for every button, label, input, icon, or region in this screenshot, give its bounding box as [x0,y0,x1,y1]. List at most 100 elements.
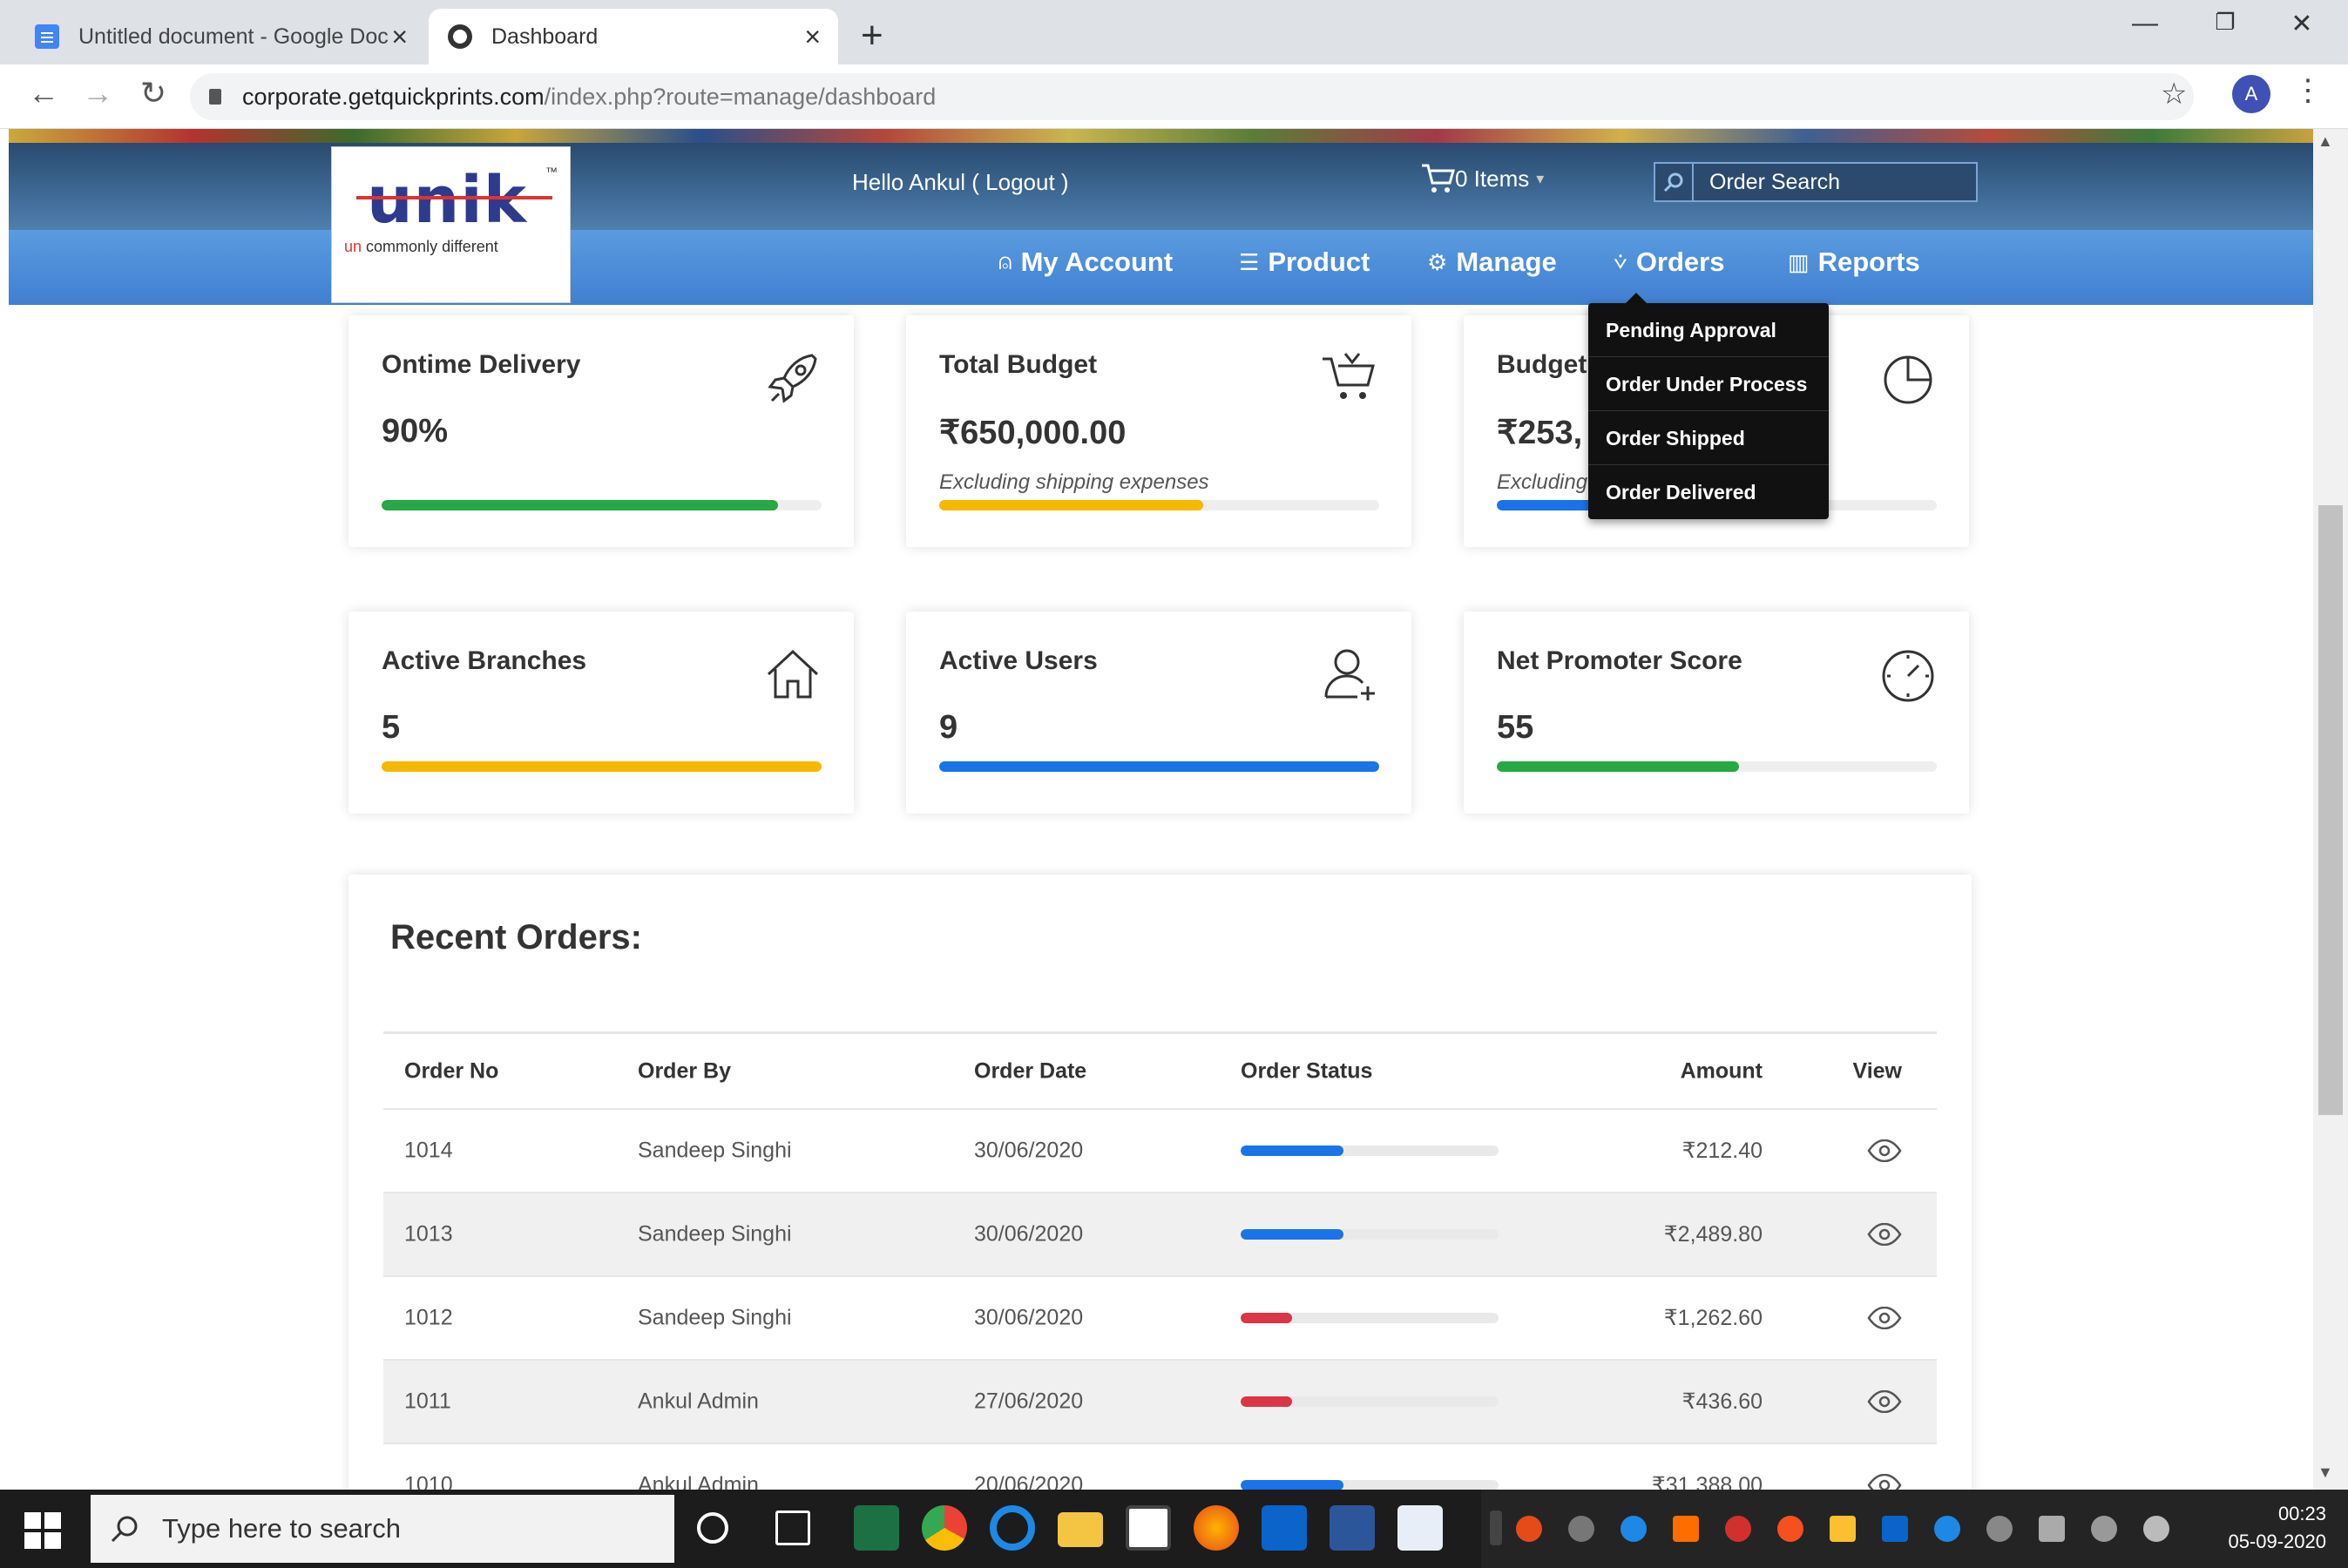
profile-avatar[interactable]: A [2232,75,2270,113]
volume-icon[interactable] [1986,1516,2013,1542]
order-status-bar [1241,1146,1499,1156]
card-value: ₹650,000.00 [939,415,1127,451]
scroll-up-arrow-icon[interactable]: ▲ [2318,132,2333,151]
window-close-button[interactable]: ✕ [2276,9,2328,39]
tray-app-icon[interactable] [1725,1516,1751,1542]
clock-date: 05-09-2020 [2228,1531,2326,1552]
card-value: ₹253, [1497,415,1583,451]
nav-product[interactable]: ☰ Product [1239,247,1370,278]
close-icon[interactable]: × [804,21,821,53]
nav-label: Product [1268,247,1370,277]
taskbar-search-box[interactable]: Type here to search [91,1495,674,1563]
status-fill [1241,1313,1293,1323]
logo-word: unik [367,163,527,238]
gauge-icon [1882,650,1934,702]
order-no: 1012 [404,1305,453,1330]
orders-table: Order No Order By Order Date Order Statu… [383,1031,1937,1490]
upload-icon[interactable] [1777,1516,1803,1542]
file-explorer-icon[interactable] [1058,1512,1103,1547]
minimize-button[interactable]: — [2119,9,2171,38]
cart-icon [1323,353,1375,399]
card-value: 9 [939,709,958,746]
battery-icon[interactable] [2039,1516,2065,1542]
chevron-down-icon: ▾ [1536,169,1545,187]
menu-item-order-shipped[interactable]: Order Shipped [1588,411,1829,465]
card-value: 90% [382,413,449,449]
url-path: /index.php?route=manage/dashboard [544,83,937,110]
edge-icon[interactable] [990,1505,1035,1551]
new-tab-button[interactable]: + [861,14,883,57]
nav-my-account[interactable]: ⍝ My Account [998,247,1173,278]
tray-app-icon[interactable] [1516,1516,1542,1542]
tray-app-icon[interactable] [1673,1516,1699,1542]
bookmark-star-icon[interactable]: ☆ [2161,77,2187,112]
tab-google-docs[interactable]: Untitled document - Google Doc × [16,9,425,64]
order-by: Ankul Admin [638,1389,759,1414]
progress-bar [1497,761,1937,772]
order-search-input[interactable]: Order Search [1709,170,1840,195]
back-button[interactable]: ← [21,75,66,112]
restore-button[interactable]: ❐ [2199,9,2251,36]
mail-icon[interactable] [1830,1516,1856,1542]
nav-orders[interactable]: ⩒ Orders [1614,247,1724,278]
table-header-row: Order No Order By Order Date Order Statu… [383,1031,1937,1108]
cart-button[interactable]: 0 Items ▾ [1420,162,1544,195]
nav-reports[interactable]: ▥ Reports [1788,247,1920,278]
card-ontime-delivery: Ontime Delivery 90% [348,315,854,547]
card-note: Excluding [1497,470,1588,494]
search-icon [111,1516,138,1543]
reload-button[interactable]: ↻ [131,75,176,112]
tab-dashboard[interactable]: Dashboard × [429,9,838,64]
view-eye-icon[interactable] [1867,1223,1902,1246]
browser-menu-icon[interactable]: ⋮ [2293,73,2323,108]
nav-manage[interactable]: ⚙ Manage [1427,247,1557,278]
status-fill [1241,1396,1293,1407]
order-amount: ₹436.60 [1681,1389,1763,1414]
outlook-icon[interactable] [1262,1505,1307,1551]
task-view-icon[interactable] [775,1511,810,1545]
decorative-stripe [9,129,2313,143]
pen-icon[interactable] [2143,1516,2169,1542]
cortana-icon[interactable] [697,1512,728,1544]
list-icon: ☰ [1239,248,1260,275]
word-icon[interactable] [1330,1505,1375,1551]
skype-icon[interactable] [1568,1516,1594,1542]
tab-title: Dashboard [491,24,599,49]
view-eye-icon[interactable] [1867,1307,1902,1329]
store-icon[interactable] [1126,1505,1171,1551]
chrome-icon[interactable] [922,1505,967,1551]
windows-start-icon[interactable] [24,1512,61,1549]
taskbar-clock[interactable]: 00:23 05-09-2020 [2204,1500,2326,1556]
menu-item-pending-approval[interactable]: Pending Approval [1588,303,1829,357]
bluetooth-icon[interactable] [1934,1516,1960,1542]
clock-time: 00:23 [2277,1503,2326,1524]
greeting-logout-link[interactable]: Hello Ankul ( Logout ) [852,169,1069,196]
menu-item-order-under-process[interactable]: Order Under Process [1588,357,1829,411]
site-logo[interactable]: unik ™ un commonly different [331,146,571,303]
view-eye-icon[interactable] [1867,1390,1902,1413]
cart-count: 0 Items [1455,165,1530,192]
status-fill [1241,1480,1344,1490]
scrollbar-thumb[interactable] [2318,505,2343,1115]
search-button[interactable] [1655,164,1694,200]
card-title: Budget [1497,350,1587,379]
order-search[interactable]: Order Search [1654,162,1978,202]
view-eye-icon[interactable] [1867,1139,1902,1162]
view-eye-icon[interactable] [1867,1474,1902,1490]
order-date: 20/06/2020 [974,1472,1084,1490]
network-icon[interactable] [2091,1516,2117,1542]
scroll-down-arrow-icon[interactable]: ▼ [2318,1463,2333,1482]
chart-app-icon[interactable] [1397,1505,1443,1551]
forward-button[interactable]: → [75,75,120,112]
show-hidden-icons-icon[interactable] [1490,1511,1502,1545]
excel-icon[interactable] [854,1505,899,1551]
chat-icon[interactable] [1621,1516,1647,1542]
firefox-icon[interactable] [1194,1505,1239,1551]
menu-item-order-delivered[interactable]: Order Delivered [1588,465,1829,519]
url-field[interactable]: corporate.getquickprints.com/index.php?r… [190,73,2194,120]
order-amount: ₹1,262.60 [1663,1306,1763,1330]
recent-orders-title: Recent Orders: [390,918,642,956]
order-by: Sandeep Singhi [638,1305,792,1330]
outlook-icon[interactable] [1882,1516,1908,1542]
close-icon[interactable]: × [391,21,408,53]
